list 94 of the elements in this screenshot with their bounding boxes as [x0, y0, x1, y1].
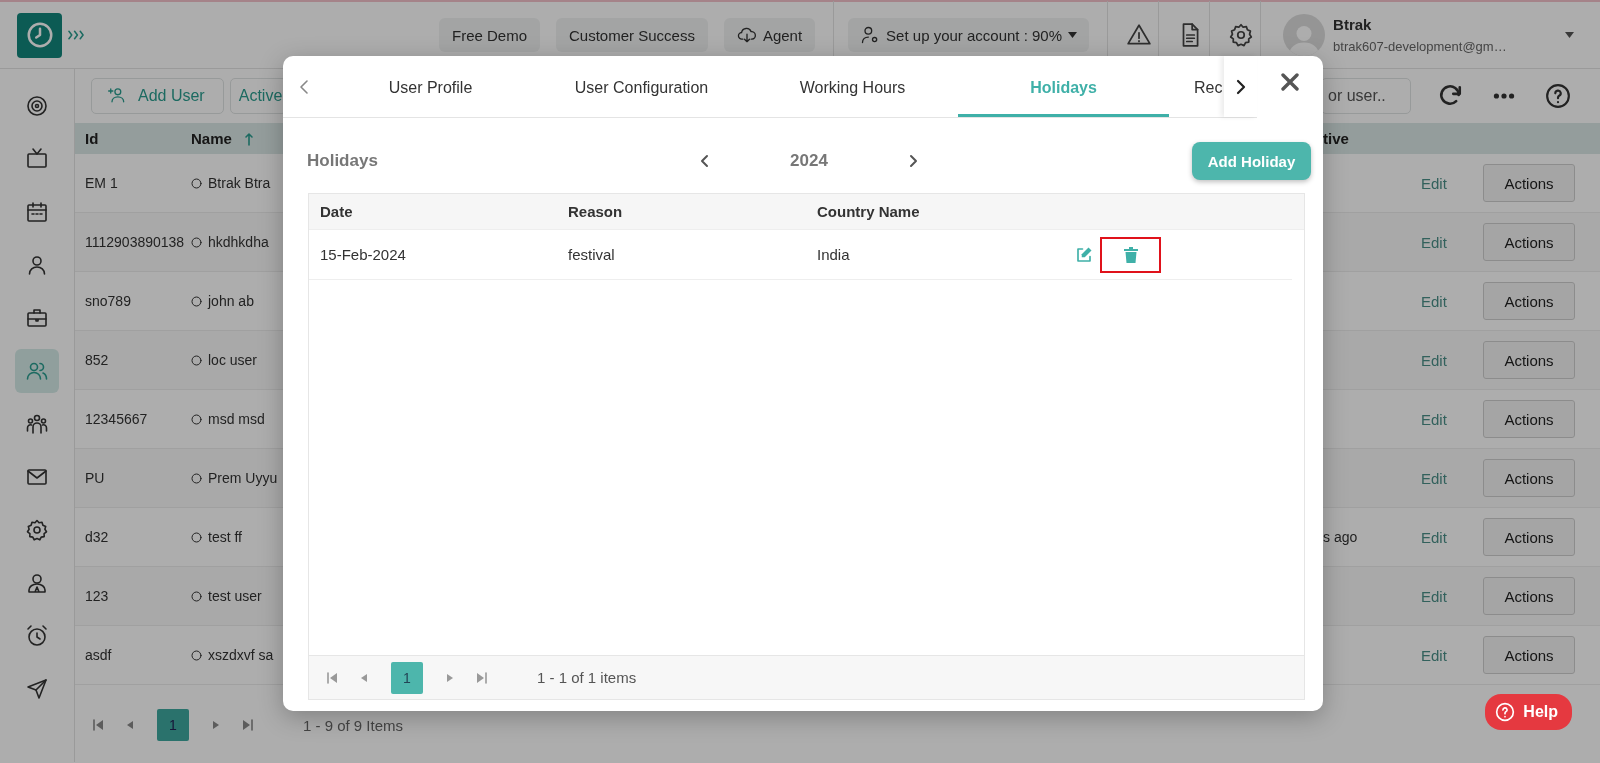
table-cell-text: 123 [85, 588, 110, 604]
table-cell-text: sno789 [85, 293, 132, 309]
actions-button[interactable]: Actions [1483, 164, 1575, 202]
status-circle-icon [191, 590, 202, 602]
briefcase-icon [25, 306, 49, 330]
logo[interactable] [17, 12, 62, 58]
setup-account-button[interactable]: Set up your account : 90% [848, 18, 1090, 52]
tv-icon [25, 147, 49, 171]
cloud-download-icon [736, 25, 757, 45]
chevron-left-icon[interactable] [699, 153, 709, 169]
table-cell-text: India [817, 246, 851, 263]
status-circle-icon [191, 472, 202, 484]
tab[interactable]: Rec [1169, 56, 1224, 117]
page-number-button[interactable]: 1 [391, 661, 423, 694]
table-cell-text: d32 [85, 529, 110, 545]
table-cell: test user [208, 588, 262, 604]
settings-icon [25, 518, 49, 542]
column-header: Reason [568, 203, 624, 220]
expand-icon [68, 30, 84, 40]
actions-button[interactable]: Actions [1483, 400, 1575, 438]
user-name: Btrak [1333, 16, 1373, 33]
header-button[interactable]: Free Demo [439, 18, 541, 52]
user-email: btrak607-development@gm… [1333, 39, 1507, 54]
settings-icon[interactable] [1228, 22, 1255, 48]
status-circle-icon [191, 531, 202, 543]
column-header: Country Name [817, 203, 921, 220]
actions-button[interactable]: Actions [1483, 459, 1575, 497]
table-cell-text: 852 [85, 352, 110, 368]
table-cell: test ff [208, 529, 242, 545]
status-circle-icon [191, 413, 202, 425]
table-cell: Prem Uyyu [208, 470, 278, 486]
target-icon [25, 94, 49, 118]
status-circle-icon [191, 354, 202, 366]
header-button[interactable]: Customer Success [556, 18, 708, 52]
delete-button[interactable] [1100, 236, 1161, 273]
table-cell-text: 1112903890138 [85, 234, 186, 250]
column-header: Id [85, 130, 100, 147]
tab[interactable]: Working Hours [747, 56, 958, 117]
table-cell-text: festival [568, 246, 616, 263]
calendar-icon [25, 200, 49, 224]
actions-button[interactable]: Actions [1483, 636, 1575, 674]
last-page-icon[interactable] [476, 671, 488, 684]
pager-summary: 1 - 1 of 1 items [537, 669, 637, 686]
help-icon [1495, 702, 1516, 722]
table-cell: xszdxvf sa [208, 647, 274, 663]
table-cell-text: PU [85, 470, 106, 486]
trash-icon [1123, 246, 1138, 263]
pager-summary: 1 - 9 of 9 Items [303, 716, 404, 734]
actions-button[interactable]: Actions [1483, 518, 1575, 556]
year-label: 2024 [790, 151, 828, 171]
help-icon[interactable] [1545, 83, 1571, 109]
table-cell-text: asdf [85, 647, 113, 663]
actions-button[interactable]: Actions [1483, 577, 1575, 615]
column-header: Date [320, 203, 354, 220]
first-page-icon[interactable] [92, 719, 104, 731]
column-header: tive [1323, 130, 1350, 147]
caret-icon[interactable] [1565, 32, 1574, 38]
tab[interactable]: User Profile [325, 56, 536, 117]
caret-icon [1068, 32, 1078, 38]
sort-up-icon [243, 131, 254, 146]
status-circle-icon [191, 177, 202, 189]
table-cell: john ab [208, 293, 254, 309]
close-icon[interactable] [1281, 73, 1299, 91]
table-cell-text: 12345667 [85, 411, 149, 427]
status-circle-icon [191, 649, 202, 661]
table-cell-text: s ago [1323, 529, 1359, 545]
actions-button[interactable]: Actions [1483, 223, 1575, 261]
chevron-left-icon[interactable] [299, 78, 309, 95]
table-cell: Btrak Btra [208, 175, 271, 191]
table-cell: hkdhkdha [208, 234, 269, 250]
agent-button[interactable]: Agent [723, 18, 816, 52]
column-header[interactable]: Name [191, 130, 232, 147]
last-page-icon[interactable] [242, 719, 254, 731]
table-cell: msd msd [208, 411, 265, 427]
actions-button[interactable]: Actions [1483, 341, 1575, 379]
status-circle-icon [191, 236, 202, 248]
help-button[interactable]: Help [1485, 694, 1572, 730]
search-field[interactable]: or user.. [1321, 78, 1411, 114]
person-badge-icon [25, 571, 49, 595]
section-title: Holidays [307, 151, 379, 171]
actions-button[interactable]: Actions [1483, 282, 1575, 320]
alarm-clock-icon [25, 624, 49, 648]
warning-icon[interactable] [1126, 22, 1153, 48]
first-page-icon[interactable] [326, 671, 338, 684]
chevron-right-icon[interactable] [909, 153, 919, 169]
status-circle-icon [191, 295, 202, 307]
chevron-right-icon[interactable] [1235, 78, 1246, 95]
send-icon [25, 677, 49, 701]
group-icon [25, 412, 49, 436]
table-cell-text: EM 1 [85, 175, 119, 191]
table-cell-text: 15-Feb-2024 [320, 246, 407, 263]
tab[interactable]: User Configuration [536, 56, 747, 117]
table-cell: loc user [208, 352, 258, 368]
edit-icon[interactable] [1075, 245, 1093, 264]
